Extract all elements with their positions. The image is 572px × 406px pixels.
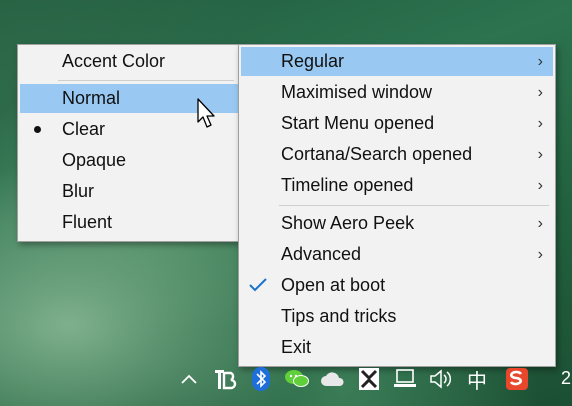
menu-separator (279, 205, 549, 206)
bluetooth-icon[interactable] (248, 366, 274, 392)
submenu-header-label: Accent Color (62, 51, 166, 71)
submenu-item-label: Blur (62, 181, 95, 201)
menu-item-exit[interactable]: Exit (241, 333, 553, 362)
accent-color-submenu: Accent Color Normal Clear Opaque Blur Fl… (17, 44, 241, 242)
submenu-header-accent-color: Accent Color (20, 47, 238, 76)
submenu-separator (58, 80, 234, 81)
chevron-right-icon: › (537, 115, 543, 132)
submenu-item-label: Clear (62, 119, 106, 139)
wechat-icon[interactable] (284, 366, 310, 392)
menu-item-label: Start Menu opened (281, 113, 435, 133)
ime-chinese-icon[interactable]: 中 (464, 366, 490, 393)
menu-item-label: Tips and tricks (281, 306, 397, 326)
menu-item-timeline-opened[interactable]: Timeline opened › (241, 171, 553, 200)
volume-icon[interactable] (428, 366, 454, 392)
chevron-right-icon: › (537, 53, 543, 70)
menu-item-label: Exit (281, 337, 312, 357)
radio-dot-icon (34, 126, 41, 133)
submenu-item-label: Fluent (62, 212, 113, 232)
menu-item-tips-and-tricks[interactable]: Tips and tricks (241, 302, 553, 331)
network-icon[interactable] (392, 366, 418, 392)
translucenttb-icon[interactable] (212, 366, 238, 392)
menu-item-label: Regular (281, 51, 345, 71)
menu-item-regular[interactable]: Regular › (241, 47, 553, 76)
submenu-item-label: Opaque (62, 150, 127, 170)
menu-item-show-aero-peek[interactable]: Show Aero Peek › (241, 209, 553, 238)
system-tray: 中 2 (0, 362, 572, 406)
submenu-item-blur[interactable]: Blur (20, 177, 238, 206)
ime-label: 中 (467, 370, 487, 393)
menu-item-label: Open at boot (281, 275, 386, 295)
chevron-right-icon: › (537, 246, 543, 263)
menu-item-open-at-boot[interactable]: Open at boot (241, 271, 553, 300)
menu-item-start-menu-opened[interactable]: Start Menu opened › (241, 109, 553, 138)
menu-item-advanced[interactable]: Advanced › (241, 240, 553, 269)
chevron-right-icon: › (537, 177, 543, 194)
submenu-item-fluent[interactable]: Fluent (20, 208, 238, 237)
sogou-icon[interactable] (504, 366, 530, 392)
menu-item-label: Cortana/Search opened (281, 144, 473, 164)
menu-item-label: Timeline opened (281, 175, 414, 195)
chevron-right-icon: › (537, 84, 543, 101)
mouse-cursor-icon (197, 98, 215, 128)
chevron-right-icon: › (537, 146, 543, 163)
chevron-up-icon[interactable] (176, 366, 202, 392)
menu-item-label: Maximised window (281, 82, 433, 102)
chevron-right-icon: › (537, 215, 543, 232)
checkmark-icon (249, 278, 267, 292)
submenu-item-opaque[interactable]: Opaque (20, 146, 238, 175)
menu-item-maximised-window[interactable]: Maximised window › (241, 78, 553, 107)
network-app-icon[interactable] (356, 366, 382, 392)
menu-item-cortana-search-opened[interactable]: Cortana/Search opened › (241, 140, 553, 169)
onedrive-icon[interactable] (320, 366, 346, 392)
menu-item-label: Show Aero Peek (281, 213, 415, 233)
menu-item-label: Advanced (281, 244, 362, 264)
submenu-item-label: Normal (62, 88, 121, 108)
clock-text: 2 (561, 368, 572, 388)
tray-context-menu: Regular › Maximised window › Start Menu … (238, 44, 556, 367)
